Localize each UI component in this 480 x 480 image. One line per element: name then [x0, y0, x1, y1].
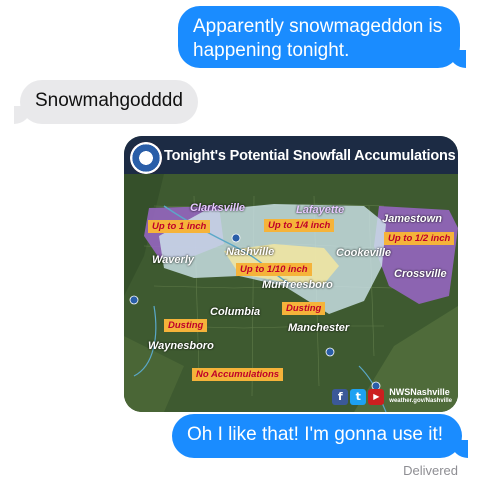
city-label-nashville: Nashville: [226, 246, 275, 258]
twitter-icon: t: [350, 389, 367, 405]
delivery-status: Delivered: [403, 463, 458, 478]
youtube-icon: ▶: [368, 389, 385, 405]
city-label-jamestown: Jamestown: [382, 213, 442, 225]
sent-message-bubble[interactable]: Apparently snowmageddon is happening ton…: [178, 6, 466, 68]
bubble-tail: [450, 50, 466, 68]
accumulation-tag-up-to-quarter-inch: Up to 1/4 inch: [264, 219, 335, 232]
received-message-text: Snowmahgodddd: [35, 90, 183, 111]
city-label-crossville: Crossville: [394, 268, 447, 280]
bubble-tail: [14, 106, 30, 124]
city-label-columbia: Columbia: [210, 306, 261, 318]
accumulation-tag-dusting: Dusting: [282, 302, 326, 315]
city-label-clarksville: Clarksville: [190, 202, 246, 214]
bubble-tail: [452, 440, 468, 458]
accumulation-tag-up-to-tenth-inch: Up to 1/10 inch: [236, 263, 312, 276]
noaa-logo-icon: [130, 142, 162, 174]
city-label-cookeville: Cookeville: [336, 247, 392, 259]
city-label-manchester: Manchester: [288, 322, 350, 334]
nws-account-name: NWSNashville: [389, 387, 450, 397]
sent-message-bubble[interactable]: Oh I like that! I'm gonna use it!: [172, 414, 468, 458]
city-label-waynesboro: Waynesboro: [148, 340, 214, 352]
received-message-bubble[interactable]: Snowmahgodddd: [14, 80, 198, 124]
city-label-murfreesboro: Murfreesboro: [262, 279, 333, 291]
nws-url: weather.gov/Nashville: [389, 398, 452, 404]
sent-message-text: Apparently snowmageddon is happening ton…: [193, 16, 443, 61]
facebook-icon: f: [332, 389, 349, 405]
social-footer: f t ▶ NWSNashville weather.gov/Nashville: [332, 388, 452, 406]
accumulation-tag-no-accumulations: No Accumulations: [192, 368, 284, 381]
city-label-lafayette: Lafayette: [296, 204, 345, 216]
map-title: Tonight's Potential Snowfall Accumulatio…: [164, 148, 456, 164]
city-label-waverly: Waverly: [152, 254, 194, 266]
accumulation-tag-up-to-half-inch: Up to 1/2 inch: [384, 232, 455, 245]
snowfall-map-image-attachment[interactable]: Tonight's Potential Snowfall Accumulatio…: [124, 136, 458, 412]
sent-message-text: Oh I like that! I'm gonna use it!: [187, 424, 444, 445]
accumulation-tag-dusting: Dusting: [164, 319, 208, 332]
accumulation-tag-up-to-1-inch: Up to 1 inch: [148, 220, 211, 233]
nws-account-label: NWSNashville weather.gov/Nashville: [389, 388, 452, 406]
